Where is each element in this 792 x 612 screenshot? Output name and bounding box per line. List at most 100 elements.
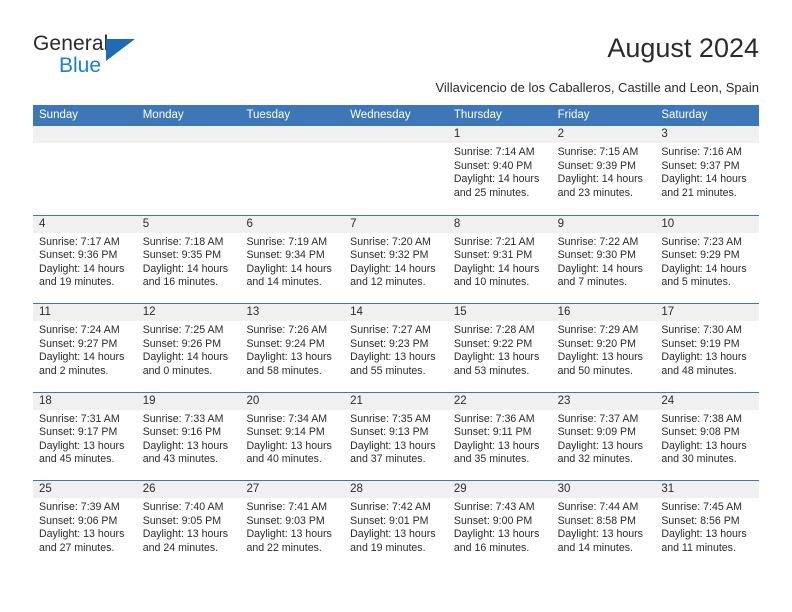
daylight-duration-line1: Daylight: 14 hours (661, 173, 747, 186)
calendar-day-cell[interactable]: 8 Sunrise: 7:21 AM Sunset: 9:31 PM Daylight… (447, 215, 552, 303)
daylight-duration-line1: Daylight: 13 hours (453, 351, 540, 364)
calendar-day-cell[interactable]: 13 Sunrise: 7:26 AM Sunset: 9:24 PM Dayligh… (240, 304, 345, 392)
calendar-day-cell[interactable]: 3 Sunrise: 7:16 AM Sunset: 9:37 PM Daylight… (655, 126, 760, 215)
calendar-day-cell[interactable]: 24 Sunrise: 7:38 AM Sunset: 9:08 PM Dayligh… (655, 392, 760, 480)
day-number: 14 (344, 304, 448, 321)
day-number: 30 (551, 481, 656, 498)
daylight-duration-line2: and 55 minutes. (350, 364, 426, 377)
general-blue-logo[interactable]: General Blue (33, 32, 233, 80)
day-details: Sunrise: 7:21 AM Sunset: 9:31 PM Daylight:… (448, 233, 552, 290)
calendar-day-cell[interactable]: 21 Sunrise: 7:35 AM Sunset: 9:13 PM Dayligh… (344, 392, 448, 480)
day-number: 4 (33, 215, 137, 233)
calendar-day-cell[interactable]: 10 Sunrise: 7:23 AM Sunset: 9:29 PM Dayligh… (655, 215, 760, 303)
calendar-day-cell[interactable]: 28 Sunrise: 7:42 AM Sunset: 9:01 PM Dayligh… (344, 481, 448, 569)
sunrise-time: Sunrise: 7:16 AM (661, 146, 742, 158)
sunrise-time: Sunrise: 7:22 AM (557, 235, 639, 248)
calendar-day-cell[interactable]: 18 Sunrise: 7:31 AM Sunset: 9:17 PM Dayligh… (33, 392, 137, 480)
daylight-duration-line2: and 7 minutes. (557, 276, 628, 289)
sunset-time: Sunset: 9:19 PM (661, 337, 740, 350)
daylight-duration-line1: Daylight: 14 hours (246, 262, 332, 275)
calendar-day-cell[interactable]: 12 Sunrise: 7:25 AM Sunset: 9:26 PM Dayligh… (136, 304, 241, 392)
daylight-duration-line1: Daylight: 14 hours (142, 351, 229, 364)
daylight-duration-line2: and 11 minutes. (661, 541, 736, 554)
daylight-duration-line1: Daylight: 14 hours (557, 262, 643, 275)
calendar-day-cell[interactable]: 2 Sunrise: 7:15 AM Sunset: 9:39 PM Daylight… (551, 126, 656, 215)
calendar-day-cell[interactable]: 25 Sunrise: 7:39 AM Sunset: 9:06 PM Dayligh… (33, 481, 137, 569)
daylight-duration-line1: Daylight: 13 hours (557, 439, 643, 452)
day-number: 6 (240, 215, 345, 233)
day-number: 16 (551, 304, 656, 321)
daylight-duration-line1: Daylight: 13 hours (453, 439, 540, 452)
day-details: Sunrise: 7:30 AM Sunset: 9:19 PM Daylight:… (655, 321, 759, 378)
day-number: 9 (551, 215, 656, 233)
sunset-time: Sunset: 9:17 PM (39, 426, 118, 439)
daylight-duration-line1: Daylight: 13 hours (246, 528, 332, 541)
calendar-day-cell[interactable]: 17 Sunrise: 7:30 AM Sunset: 9:19 PM Dayligh… (655, 304, 760, 392)
day-number: 1 (447, 126, 552, 143)
sunrise-time: Sunrise: 7:17 AM (39, 235, 120, 248)
day-details: Sunrise: 7:16 AM Sunset: 9:37 PM Daylight:… (655, 143, 759, 200)
calendar-day-cell-empty[interactable] (240, 126, 345, 215)
sunrise-time: Sunrise: 7:24 AM (39, 324, 120, 336)
sunrise-time: Sunrise: 7:34 AM (246, 412, 328, 425)
day-details: Sunrise: 7:31 AM Sunset: 9:17 PM Daylight:… (33, 410, 137, 467)
day-details: Sunrise: 7:45 AM Sunset: 8:56 PM Daylight:… (655, 498, 759, 555)
daylight-duration-line2: and 58 minutes. (246, 364, 322, 377)
sunrise-time: Sunrise: 7:14 AM (453, 146, 535, 158)
daylight-duration-line2: and 10 minutes. (453, 276, 530, 289)
day-details: Sunrise: 7:37 AM Sunset: 9:09 PM Daylight:… (552, 410, 656, 467)
calendar-day-cell[interactable]: 23 Sunrise: 7:37 AM Sunset: 9:09 PM Dayligh… (551, 392, 656, 480)
calendar-day-cell-empty[interactable] (33, 126, 137, 215)
calendar-day-cell[interactable]: 16 Sunrise: 7:29 AM Sunset: 9:20 PM Dayligh… (551, 304, 656, 392)
daylight-duration-line2: and 2 minutes. (39, 364, 109, 377)
calendar-day-cell[interactable]: 4 Sunrise: 7:17 AM Sunset: 9:36 PM Daylight… (33, 215, 137, 303)
day-number: 25 (33, 481, 137, 498)
calendar-day-cell[interactable]: 30 Sunrise: 7:44 AM Sunset: 8:58 PM Dayligh… (551, 481, 656, 569)
calendar-day-cell[interactable]: 22 Sunrise: 7:36 AM Sunset: 9:11 PM Dayligh… (447, 392, 552, 480)
sunset-time: Sunset: 9:27 PM (39, 337, 118, 350)
daylight-duration-line2: and 21 minutes. (661, 186, 737, 199)
sunset-time: Sunset: 9:08 PM (661, 426, 740, 439)
sunset-time: Sunset: 9:20 PM (557, 337, 636, 350)
sunset-time: Sunset: 9:16 PM (142, 426, 222, 439)
calendar-day-cell[interactable]: 20 Sunrise: 7:34 AM Sunset: 9:14 PM Dayligh… (240, 392, 345, 480)
daylight-duration-line2: and 35 minutes. (453, 453, 530, 466)
sunset-time: Sunset: 9:32 PM (350, 249, 429, 262)
calendar-day-cell[interactable]: 26 Sunrise: 7:40 AM Sunset: 9:05 PM Dayligh… (136, 481, 241, 569)
calendar-day-cell[interactable]: 6 Sunrise: 7:19 AM Sunset: 9:34 PM Daylight… (240, 215, 345, 303)
daylight-duration-line2: and 24 minutes. (142, 541, 219, 554)
day-number: 24 (655, 392, 760, 410)
calendar-day-cell[interactable]: 9 Sunrise: 7:22 AM Sunset: 9:30 PM Daylight… (551, 215, 656, 303)
sunset-time: Sunset: 9:23 PM (350, 337, 429, 350)
day-number: 22 (447, 392, 552, 410)
day-number (136, 126, 241, 143)
calendar-day-cell[interactable]: 11 Sunrise: 7:24 AM Sunset: 9:27 PM Dayligh… (33, 304, 137, 392)
day-number: 18 (33, 392, 137, 410)
calendar-day-cell[interactable]: 15 Sunrise: 7:28 AM Sunset: 9:22 PM Dayligh… (447, 304, 552, 392)
calendar-day-cell-empty[interactable] (136, 126, 241, 215)
day-details: Sunrise: 7:26 AM Sunset: 9:24 PM Daylight:… (240, 321, 344, 378)
sunset-time: Sunset: 9:36 PM (39, 249, 118, 262)
day-number: 23 (551, 392, 656, 410)
calendar-day-cell[interactable]: 1 Sunrise: 7:14 AM Sunset: 9:40 PM Daylight… (447, 126, 552, 215)
calendar-day-cell[interactable]: 29 Sunrise: 7:43 AM Sunset: 9:00 PM Dayligh… (447, 481, 552, 569)
calendar-day-cell[interactable]: 14 Sunrise: 7:27 AM Sunset: 9:23 PM Dayligh… (344, 304, 448, 392)
sunrise-time: Sunrise: 7:23 AM (661, 235, 742, 248)
day-number (344, 126, 448, 143)
day-number: 17 (655, 304, 760, 321)
logo-text-blue: Blue (59, 54, 102, 77)
sunrise-time: Sunrise: 7:18 AM (142, 235, 224, 248)
calendar-weeks: 1 Sunrise: 7:14 AM Sunset: 9:40 PM Daylight… (33, 126, 760, 569)
sunset-time: Sunset: 9:29 PM (661, 249, 740, 262)
calendar-week-row: 1 Sunrise: 7:14 AM Sunset: 9:40 PM Daylight… (33, 126, 760, 215)
daylight-duration-line1: Daylight: 13 hours (557, 528, 643, 541)
daylight-duration-line2: and 16 minutes. (142, 276, 219, 289)
calendar-day-cell[interactable]: 7 Sunrise: 7:20 AM Sunset: 9:32 PM Daylight… (344, 215, 448, 303)
calendar-day-cell-empty[interactable] (344, 126, 448, 215)
sunrise-time: Sunrise: 7:27 AM (350, 324, 431, 336)
calendar-day-cell[interactable]: 27 Sunrise: 7:41 AM Sunset: 9:03 PM Dayligh… (240, 481, 345, 569)
calendar-day-cell[interactable]: 19 Sunrise: 7:33 AM Sunset: 9:16 PM Dayligh… (136, 392, 241, 480)
calendar-day-cell[interactable]: 5 Sunrise: 7:18 AM Sunset: 9:35 PM Daylight… (136, 215, 241, 303)
calendar-weekday-header: Sunday Monday Tuesday Wednesday Thursday… (33, 105, 759, 126)
calendar-day-cell[interactable]: 31 Sunrise: 7:45 AM Sunset: 8:56 PM Dayligh… (655, 481, 760, 569)
